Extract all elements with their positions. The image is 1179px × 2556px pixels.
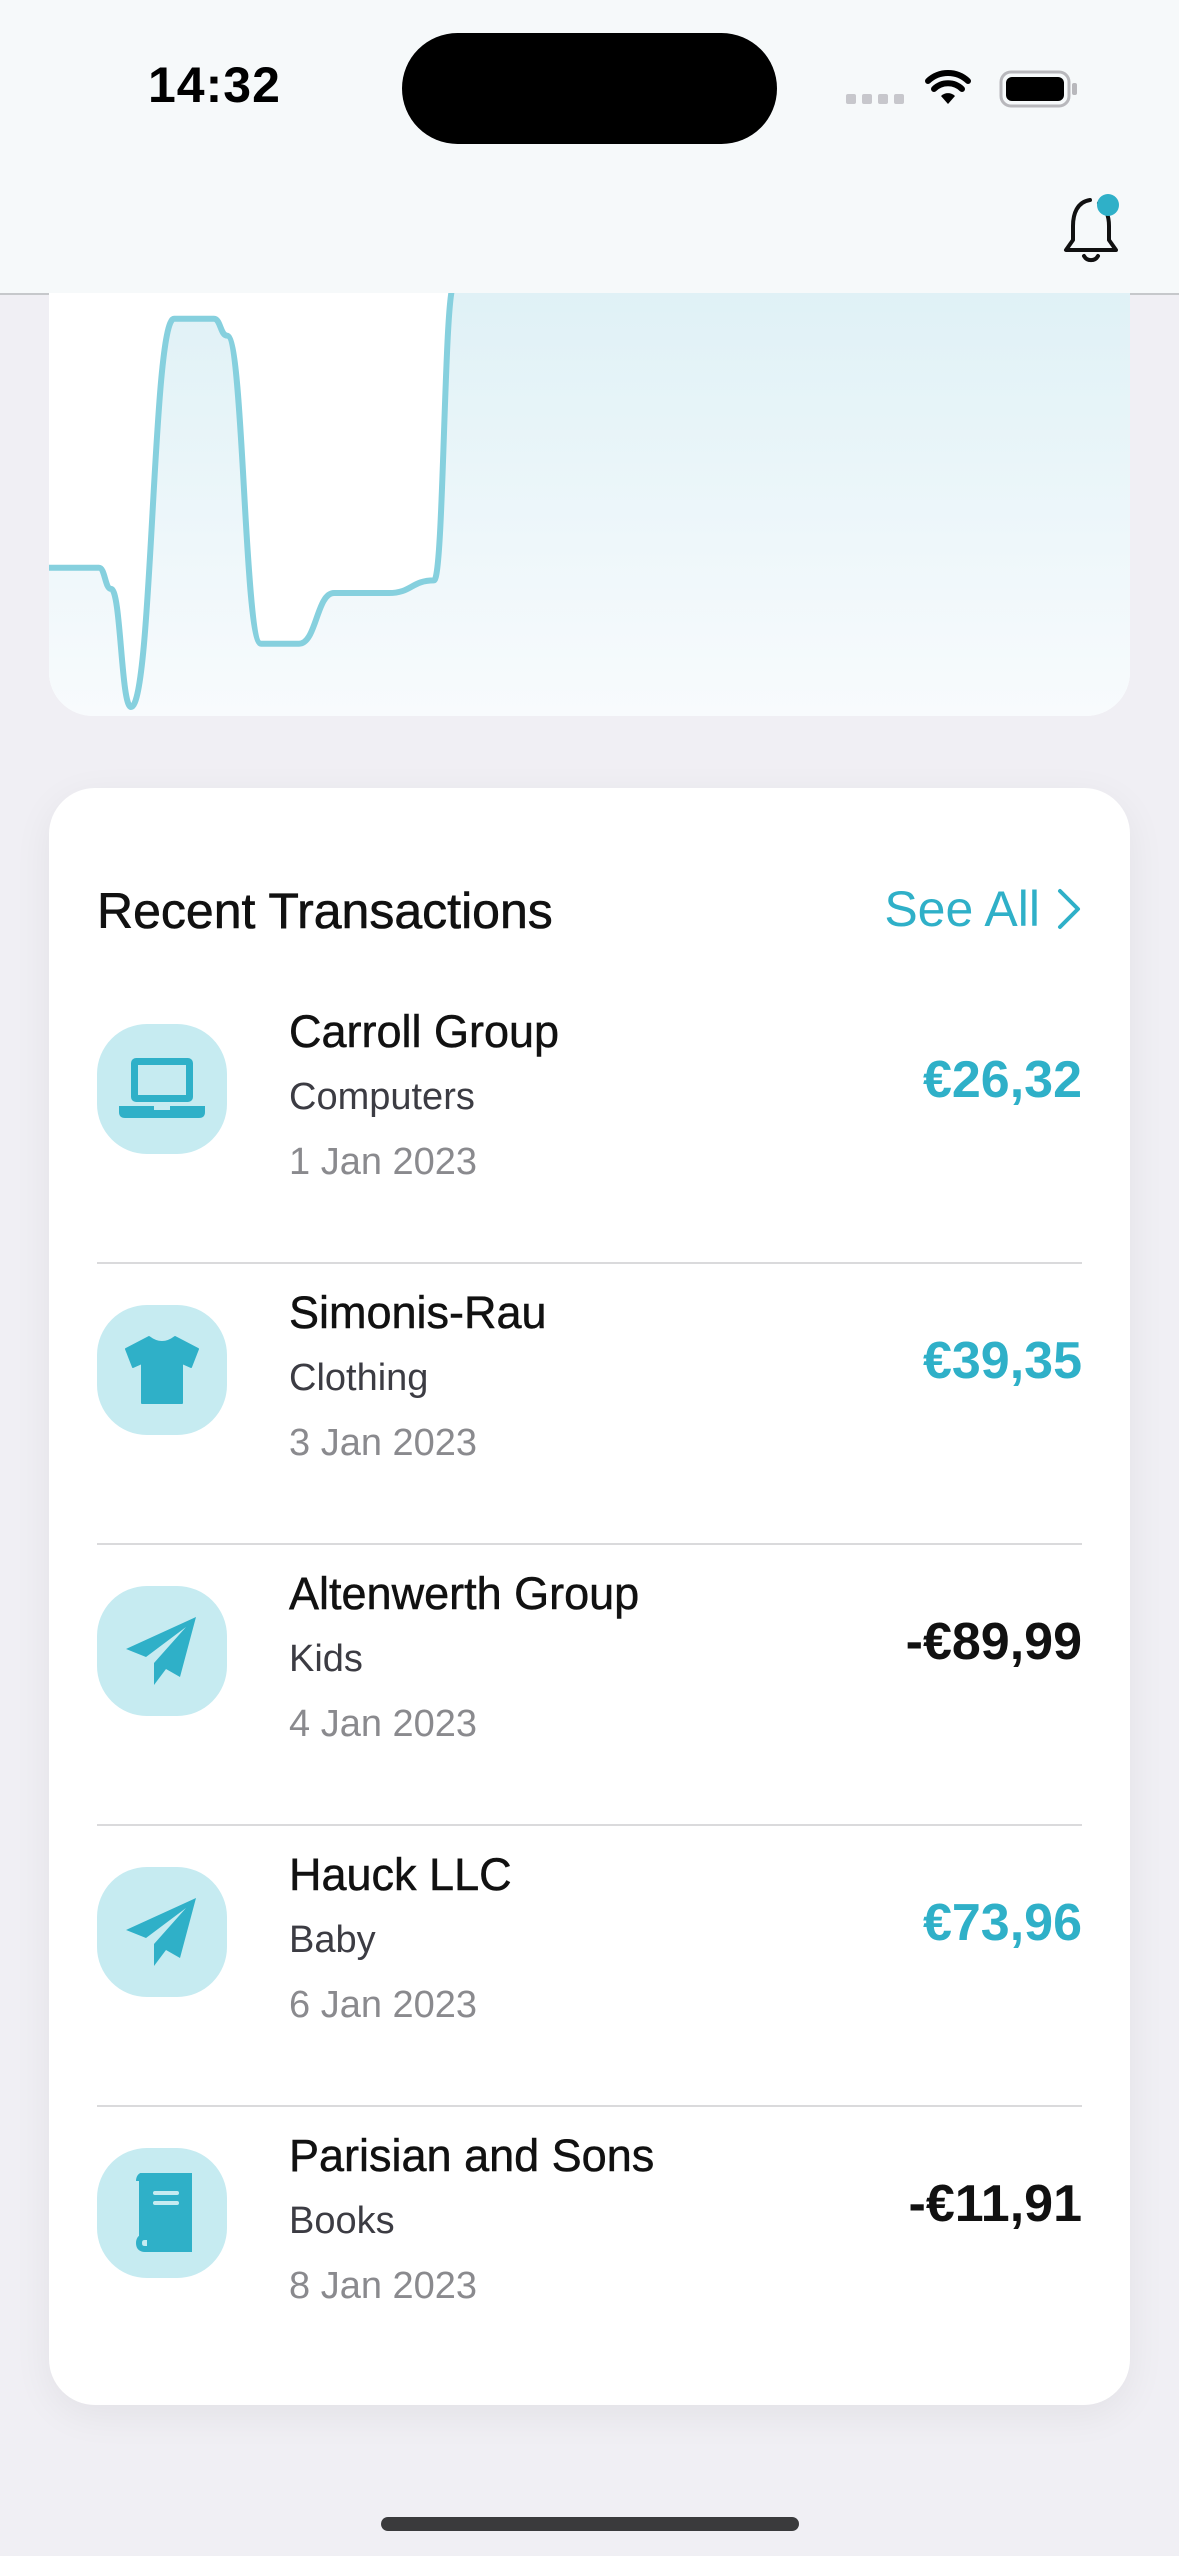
- merchant-name: Simonis-Rau: [289, 1287, 547, 1339]
- merchant-name: Carroll Group: [289, 1006, 560, 1058]
- see-all-label: See All: [884, 881, 1040, 937]
- signal-icon: [846, 94, 906, 104]
- transaction-row[interactable]: Simonis-Rau Clothing 3 Jan 2023 €39,35: [97, 1265, 1082, 1545]
- category-icon-container: [97, 1024, 227, 1154]
- dynamic-island: [402, 33, 777, 144]
- home-indicator[interactable]: [381, 2517, 799, 2531]
- transaction-amount: €39,35: [922, 1332, 1082, 1390]
- transaction-amount: -€11,91: [908, 2175, 1083, 2233]
- category-icon-container: [97, 1305, 227, 1435]
- merchant-name: Altenwerth Group: [289, 1568, 640, 1620]
- transaction-category: Books: [289, 2200, 395, 2242]
- transaction-amount: €73,96: [922, 1894, 1082, 1952]
- see-all-button[interactable]: See All: [884, 880, 1082, 938]
- row-divider: [97, 2105, 1082, 2107]
- chart-area: [49, 293, 1130, 716]
- transaction-date: 4 Jan 2023: [289, 1703, 478, 1745]
- book-icon: [135, 2173, 192, 2252]
- transaction-category: Clothing: [289, 1357, 429, 1399]
- transaction-category: Baby: [289, 1919, 376, 1961]
- category-icon-container: [97, 2148, 227, 2278]
- paper-plane-icon: [126, 1898, 196, 1966]
- transaction-date: 1 Jan 2023: [289, 1141, 478, 1183]
- transaction-row[interactable]: Parisian and Sons Books 8 Jan 2023 -€11,…: [97, 2108, 1082, 2388]
- transaction-category: Computers: [289, 1076, 475, 1118]
- transaction-category: Kids: [289, 1638, 363, 1680]
- status-time: 14:32: [148, 57, 281, 113]
- chevron-right-icon: [1058, 889, 1080, 929]
- recent-transactions-card: Recent Transactions See All Carroll Grou…: [49, 788, 1130, 2405]
- navigation-bar: [0, 175, 1179, 295]
- balance-chart: [49, 293, 1130, 716]
- transaction-row[interactable]: Altenwerth Group Kids 4 Jan 2023 -€89,99: [97, 1546, 1082, 1826]
- status-bar: 14:32: [0, 0, 1179, 175]
- row-divider: [97, 1824, 1082, 1826]
- laptop-icon: [119, 1058, 205, 1118]
- notification-bell-icon[interactable]: [1059, 188, 1129, 268]
- transaction-date: 6 Jan 2023: [289, 1984, 478, 2026]
- battery-icon: [999, 70, 1077, 108]
- transaction-row[interactable]: Carroll Group Computers 1 Jan 2023 €26,3…: [97, 984, 1082, 1264]
- row-divider: [97, 1262, 1082, 1264]
- transaction-date: 8 Jan 2023: [289, 2265, 478, 2307]
- category-icon-container: [97, 1867, 227, 1997]
- row-divider: [97, 1543, 1082, 1545]
- merchant-name: Hauck LLC: [289, 1849, 512, 1901]
- tshirt-icon: [125, 1336, 199, 1404]
- wifi-icon: [925, 70, 971, 104]
- merchant-name: Parisian and Sons: [289, 2130, 655, 2182]
- transaction-date: 3 Jan 2023: [289, 1422, 478, 1464]
- transaction-amount: €26,32: [922, 1051, 1082, 1109]
- category-icon-container: [97, 1586, 227, 1716]
- transaction-amount: -€89,99: [905, 1613, 1082, 1671]
- transaction-row[interactable]: Hauck LLC Baby 6 Jan 2023 €73,96: [97, 1827, 1082, 2107]
- paper-plane-icon: [126, 1617, 196, 1685]
- section-title: Recent Transactions: [97, 883, 553, 940]
